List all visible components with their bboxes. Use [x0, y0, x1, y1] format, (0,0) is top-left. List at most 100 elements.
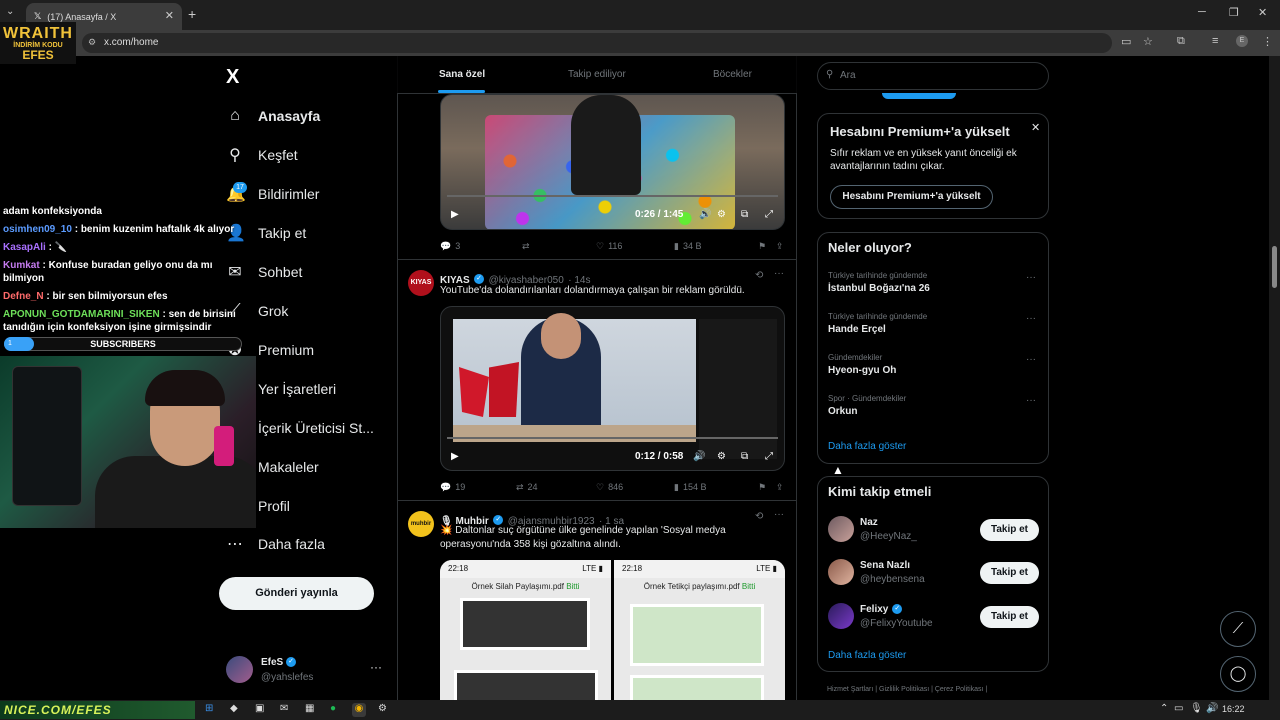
trend-more-icon[interactable]: ··· [1026, 272, 1036, 283]
x-logo-icon[interactable]: X [226, 66, 239, 89]
new-tab-button[interactable]: + [188, 6, 196, 22]
follow-avatar[interactable] [828, 516, 854, 542]
grok-icon[interactable]: ⟲ [755, 270, 763, 281]
address-bar[interactable]: x.com/home [82, 33, 1112, 53]
follow-button[interactable]: Takip et [980, 606, 1039, 628]
trend-more-icon[interactable]: ··· [1026, 395, 1036, 406]
like-button[interactable]: ♡ 116 [596, 241, 674, 252]
bookmark-post-icon[interactable]: ⚑ [758, 241, 776, 252]
follow-show-more[interactable]: Daha fazla göster [828, 650, 906, 661]
views-button[interactable]: ▮ 34 B [674, 241, 758, 252]
taskbar-app-icon[interactable]: ◆ [230, 703, 238, 714]
start-icon[interactable]: ⊞ [205, 703, 213, 714]
settings-icon[interactable]: ⚙ [717, 209, 726, 220]
follow-user-info[interactable]: Sena Nazlı @heybensena [860, 560, 925, 585]
taskbar-app-icon[interactable]: ✉ [280, 703, 288, 714]
page-scrollbar[interactable] [1269, 56, 1280, 711]
video-progress-bar[interactable] [447, 195, 778, 197]
video-progress-bar[interactable] [447, 437, 778, 439]
premium-upgrade-button[interactable]: Hesabını Premium+'a yükselt [830, 185, 993, 209]
mic-icon[interactable]: 🎙 [1190, 703, 1203, 714]
trend-item[interactable]: Gündemdekiler Hyeon-gyu Oh [828, 353, 896, 376]
taskbar-app-icon[interactable]: ▦ [305, 703, 314, 714]
volume-icon[interactable]: 🔊 [693, 451, 705, 462]
tab-close-icon[interactable]: ✕ [165, 9, 174, 22]
follow-user-info[interactable]: Naz @HeeyNaz_ [860, 517, 917, 542]
extensions-icon[interactable]: ⧉ [1177, 35, 1185, 48]
profile-name[interactable]: EfeS ✓ [261, 657, 297, 668]
follow-user-info[interactable]: Felixy ✓ @FelixyYoutube [860, 604, 933, 629]
trends-show-more[interactable]: Daha fazla göster [828, 441, 906, 452]
share-icon[interactable]: ⇪ [776, 241, 784, 252]
volume-icon[interactable]: 🔊 [699, 209, 711, 220]
grok-fab-icon[interactable]: ⟋ [1220, 611, 1256, 647]
minimize-icon[interactable]: ─ [1198, 6, 1206, 18]
post-button[interactable]: Gönderi yayınla [219, 577, 374, 610]
cast-icon[interactable]: ▭ [1121, 35, 1131, 48]
pip-icon[interactable]: ⧉ [741, 451, 748, 462]
follow-avatar[interactable] [828, 603, 854, 629]
views-button[interactable]: ▮ 154 B [674, 482, 758, 493]
tab-bugs[interactable]: Böcekler [713, 69, 752, 80]
taskbar-clock[interactable]: 16:22 [1222, 704, 1245, 714]
fullscreen-icon[interactable]: ⤢ [765, 209, 773, 220]
post2-video[interactable]: ▶ 0:12 / 0:58 🔊 ⚙ ⧉ ⤢ [440, 306, 785, 471]
bookmark-star-icon[interactable]: ☆ [1143, 35, 1153, 48]
trend-more-icon[interactable]: ··· [1026, 354, 1036, 365]
play-icon[interactable]: ▶ [451, 451, 459, 462]
follow-avatar[interactable] [828, 559, 854, 585]
muhbir-avatar[interactable]: muhbir [408, 511, 434, 537]
messages-fab-icon[interactable]: ◯ [1220, 656, 1256, 692]
nav-item-keşfet[interactable]: ⚲ Keşfet [226, 143, 298, 167]
footer-links[interactable]: Hizmet Şartları | Gizlilik Politikası | … [827, 686, 987, 693]
tab-search-chevron-icon[interactable]: ⌄ [6, 6, 14, 17]
chrome-icon[interactable]: ◉ [352, 703, 366, 717]
grok-icon[interactable]: ⟲ [755, 511, 763, 522]
post-more-icon[interactable]: ··· [774, 509, 784, 520]
post3-image-1[interactable]: 22:18 LTE ▮ Örnek Silah Paylaşımı.pdf Bit… [440, 560, 611, 705]
browser-menu-icon[interactable]: ⋮ [1262, 35, 1273, 48]
network-icon[interactable]: ▭ [1174, 703, 1183, 714]
window-close-icon[interactable]: ✕ [1258, 6, 1267, 19]
repost-button[interactable]: ⇄ 24 [516, 482, 596, 493]
pip-icon[interactable]: ⧉ [741, 209, 748, 220]
scrollbar-thumb[interactable] [1272, 246, 1277, 288]
subscribe-button-edge[interactable] [882, 93, 956, 99]
nav-item-anasayfa[interactable]: ⌂ Anasayfa [226, 104, 320, 128]
follow-button[interactable]: Takip et [980, 562, 1039, 584]
follow-button[interactable]: Takip et [980, 519, 1039, 541]
settings-icon[interactable]: ⚙ [717, 451, 726, 462]
trend-item[interactable]: Spor · Gündemdekiler Orkun [828, 394, 906, 417]
share-icon[interactable]: ⇪ [776, 482, 784, 493]
reading-list-icon[interactable]: ≡ [1212, 35, 1218, 47]
profile-avatar[interactable] [226, 656, 253, 683]
tab-for-you[interactable]: Sana özel [439, 69, 485, 80]
post1-video[interactable]: ▶ 0:26 / 1:45 🔊 ⚙ ⧉ ⤢ [440, 94, 785, 230]
trend-item[interactable]: Türkiye tarihinde gündemde Hande Erçel [828, 312, 927, 335]
like-button[interactable]: ♡ 846 [596, 482, 674, 493]
profile-more-icon[interactable]: ··· [370, 660, 382, 674]
site-info-icon[interactable]: ⚙ [88, 37, 96, 48]
reply-button[interactable]: 💬 19 [440, 482, 516, 493]
post3-image-2[interactable]: 22:18 LTE ▮ Örnek Tetikçi paylaşımı.pdf B… [614, 560, 785, 705]
play-icon[interactable]: ▶ [451, 209, 459, 220]
volume-tray-icon[interactable]: 🔊 [1206, 703, 1218, 714]
tab-following[interactable]: Takip ediliyor [568, 69, 626, 80]
tray-chevron-icon[interactable]: ⌃ [1160, 703, 1168, 714]
repost-button[interactable]: ⇄ [522, 241, 596, 252]
nav-item-daha-fazla[interactable]: ⋯ Daha fazla [226, 532, 325, 556]
search-input[interactable]: Ara [817, 62, 1049, 90]
browser-profile-icon[interactable]: E [1236, 35, 1248, 47]
trend-item[interactable]: Türkiye tarihinde gündemde İstanbul Boğaz… [828, 271, 930, 294]
post-more-icon[interactable]: ··· [774, 268, 784, 279]
spotify-icon[interactable]: ● [330, 703, 336, 714]
premium-close-icon[interactable]: ✕ [1031, 121, 1040, 134]
bookmark-post-icon[interactable]: ⚑ [758, 482, 776, 493]
taskbar-app-icon[interactable]: ⚙ [378, 703, 387, 714]
kiyas-avatar[interactable]: KIYAS [408, 270, 434, 296]
maximize-icon[interactable]: ❐ [1229, 6, 1239, 19]
trend-more-icon[interactable]: ··· [1026, 313, 1036, 324]
reply-button[interactable]: 💬 3 [440, 241, 522, 252]
taskbar-app-icon[interactable]: ▣ [255, 703, 264, 714]
fullscreen-icon[interactable]: ⤢ [765, 451, 773, 462]
